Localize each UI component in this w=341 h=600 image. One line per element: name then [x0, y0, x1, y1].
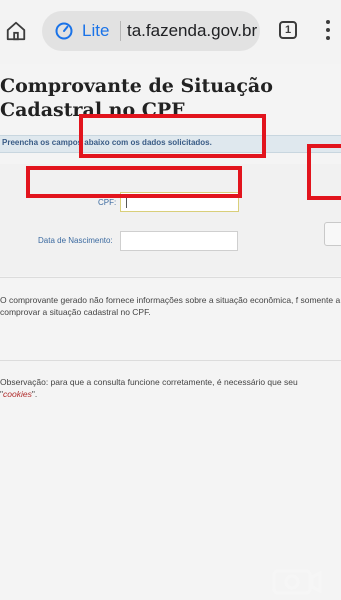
- cpf-highlight-box: [79, 114, 266, 158]
- tab-count: 1: [284, 24, 292, 36]
- observation-suffix: ".: [31, 389, 38, 399]
- notice-text: O comprovante gerado não fornece informa…: [0, 295, 341, 317]
- more-vert-icon[interactable]: [321, 18, 335, 42]
- divider: [0, 360, 341, 361]
- address-bar[interactable]: Lite ta.fazenda.gov.br: [42, 11, 260, 51]
- birth-date-highlight-box: [26, 166, 242, 198]
- lite-speedometer-icon: [55, 22, 73, 40]
- observation-text: Observação: para que a consulta funcione…: [0, 376, 341, 400]
- browser-toolbar: Lite ta.fazenda.gov.br 1: [0, 0, 341, 64]
- text-cursor: [126, 197, 127, 208]
- captcha-checkbox[interactable]: [324, 222, 341, 246]
- cpf-label: CPF:: [98, 198, 117, 207]
- tabs-icon[interactable]: 1: [279, 21, 297, 39]
- birth-date-input[interactable]: [120, 231, 238, 251]
- cookies-link[interactable]: cookies: [3, 389, 32, 399]
- lite-mode-label: Lite: [82, 21, 110, 40]
- url-text[interactable]: ta.fazenda.gov.br: [127, 21, 257, 41]
- home-icon[interactable]: [5, 20, 27, 42]
- observation-main: Observação: para que a consulta funcione…: [0, 377, 298, 387]
- captcha-highlight-box: [307, 144, 341, 200]
- birth-date-label: Data de Nascimento:: [38, 236, 113, 245]
- divider: [0, 277, 341, 278]
- camera-watermark-icon: [272, 569, 322, 595]
- url-separator: [120, 21, 121, 41]
